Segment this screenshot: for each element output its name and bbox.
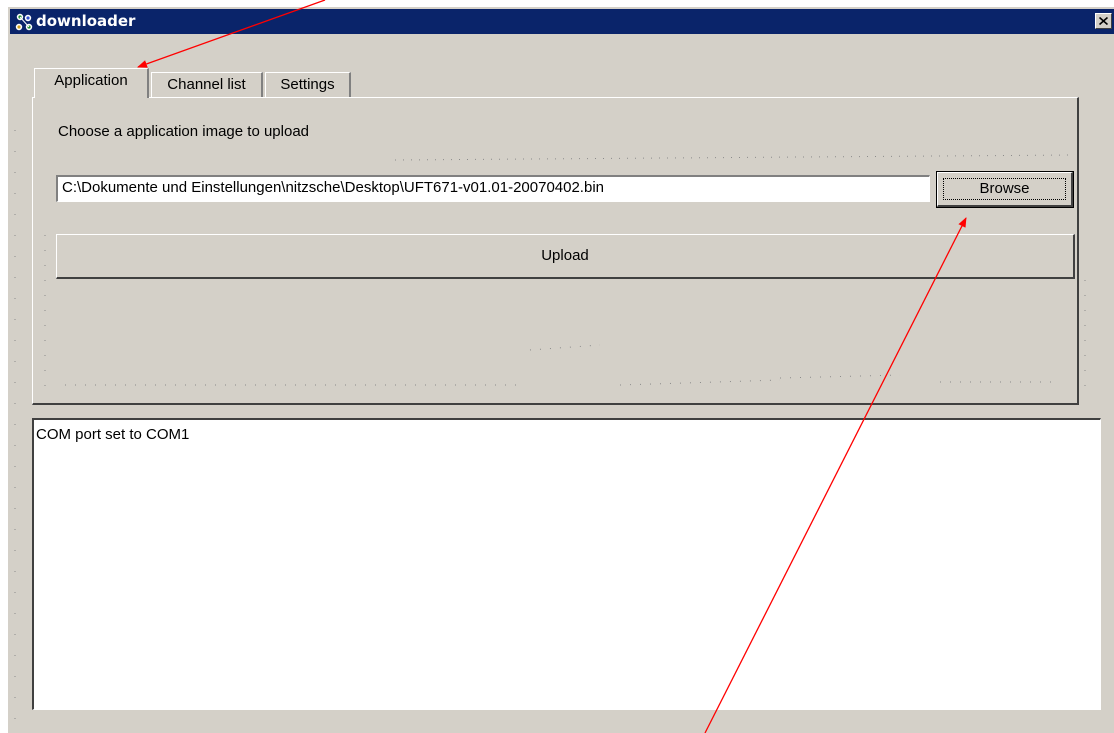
tab-settings[interactable]: Settings — [265, 72, 351, 98]
title-bar[interactable]: downloader — [10, 9, 1114, 34]
tab-channel-list[interactable]: Channel list — [151, 72, 263, 98]
window-title: downloader — [36, 12, 136, 30]
browse-button-label: Browse — [943, 178, 1066, 200]
browse-button[interactable]: Browse — [936, 171, 1074, 208]
log-output[interactable]: COM port set to COM1 — [32, 418, 1101, 710]
log-line: COM port set to COM1 — [36, 426, 190, 443]
tab-application-label: Application — [54, 72, 128, 89]
choose-image-label: Choose a application image to upload — [58, 123, 310, 140]
tab-settings-label: Settings — [280, 76, 335, 93]
network-nodes-icon — [15, 13, 33, 31]
close-icon — [1099, 17, 1108, 25]
tab-channel-list-label: Channel list — [167, 76, 246, 93]
close-button[interactable] — [1095, 13, 1112, 29]
tab-application[interactable]: Application — [34, 68, 149, 98]
upload-button[interactable]: Upload — [56, 234, 1075, 279]
image-path-input[interactable]: C:\Dokumente und Einstellungen\nitzsche\… — [56, 175, 930, 202]
